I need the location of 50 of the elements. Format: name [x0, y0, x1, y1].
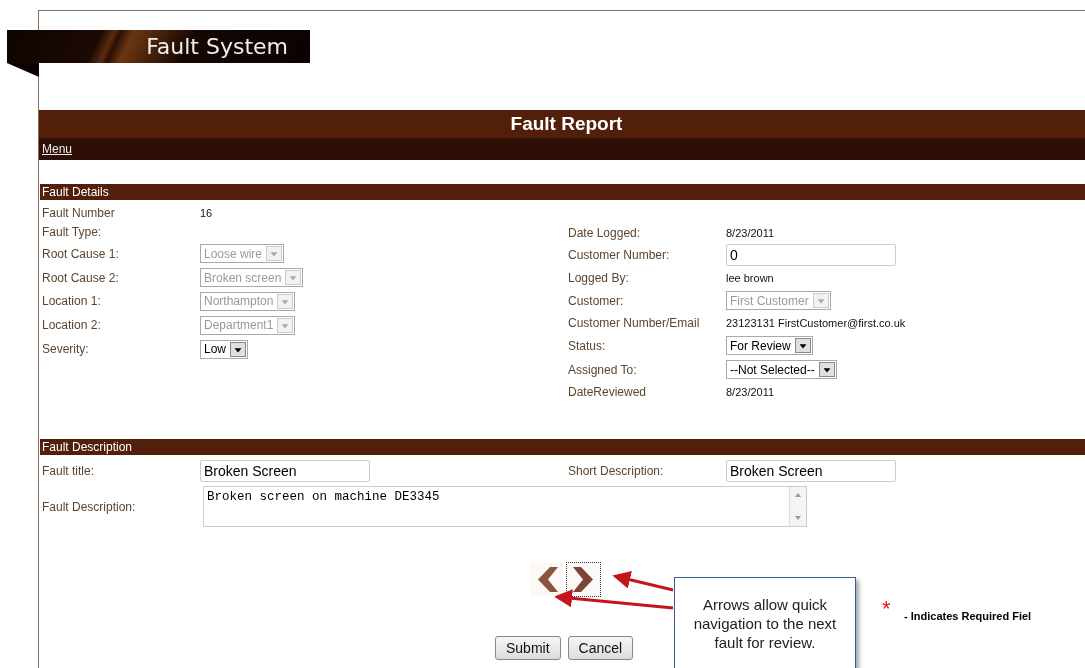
section-title: Fault Description — [42, 440, 133, 455]
field-label: Root Cause 2: — [42, 270, 120, 285]
required-note: - Indicates Required Fiel — [904, 610, 1032, 622]
fault-description-field[interactable]: Broken screen on machine DE3345 — [203, 486, 807, 528]
dropdown-caret-icon — [277, 294, 294, 309]
required-asterisk: * — [882, 596, 891, 622]
field-label: Root Cause 1: — [42, 246, 120, 261]
field-label: Logged By: — [568, 271, 630, 286]
dropdown-caret-icon — [230, 341, 246, 357]
dropdown-caret-icon — [266, 246, 283, 262]
field-label: Fault Description: — [42, 499, 137, 514]
dropdown[interactable]: Low — [200, 339, 248, 359]
field-label: Date Logged: — [568, 225, 642, 240]
field-label: Fault title: — [42, 463, 96, 478]
field-label: Customer: — [568, 293, 625, 308]
section-title: Fault Details — [42, 185, 109, 199]
page-title: Fault Report — [510, 113, 623, 135]
field-label: Customer Number/Email — [568, 316, 701, 331]
field-label: Location 1: — [42, 294, 102, 309]
dropdown[interactable]: --Not Selected-- — [726, 360, 837, 380]
submit-button[interactable]: Submit — [495, 636, 561, 661]
field-value: 8/23/2011 — [726, 226, 775, 239]
field-label: DateReviewed — [568, 385, 648, 400]
field-label: Fault Type: — [42, 225, 103, 240]
callout-text: Arrows allow quick navigation to the next fault for review. — [692, 595, 838, 652]
field-label: Customer Number: — [568, 248, 671, 263]
field-label: Location 2: — [42, 318, 102, 333]
menu-link[interactable]: Menu — [42, 142, 73, 156]
field-label: Status: — [568, 339, 607, 353]
dropdown-caret-icon — [812, 293, 829, 309]
short-description-field[interactable]: Broken Screen — [726, 459, 896, 482]
field-value: 16 — [200, 206, 213, 219]
scrollbar-icon — [789, 487, 806, 527]
banner-fold-icon — [7, 63, 39, 77]
dropdown-caret-icon — [277, 317, 294, 333]
cancel-button[interactable]: Cancel — [567, 636, 634, 661]
dropdown-caret-icon — [285, 270, 302, 286]
dropdown-caret-icon — [794, 338, 811, 354]
field-label: Severity: — [42, 342, 90, 357]
dropdown-caret-icon — [818, 362, 835, 378]
field-value: lee brown — [726, 272, 774, 285]
dropdown[interactable]: For Review — [726, 336, 813, 356]
fault-title-field[interactable]: Broken Screen — [200, 459, 370, 482]
field-label: Assigned To: — [568, 362, 638, 377]
field-value: 8/23/2011 — [726, 386, 775, 399]
field-value: 23123131 FirstCustomer@first.co.uk — [726, 317, 906, 330]
field-label: Short Description: — [568, 463, 665, 478]
logo-title: Fault System — [146, 34, 288, 59]
customer-number-field[interactable]: 0 — [726, 244, 896, 267]
field-label: Fault Number — [42, 205, 116, 220]
